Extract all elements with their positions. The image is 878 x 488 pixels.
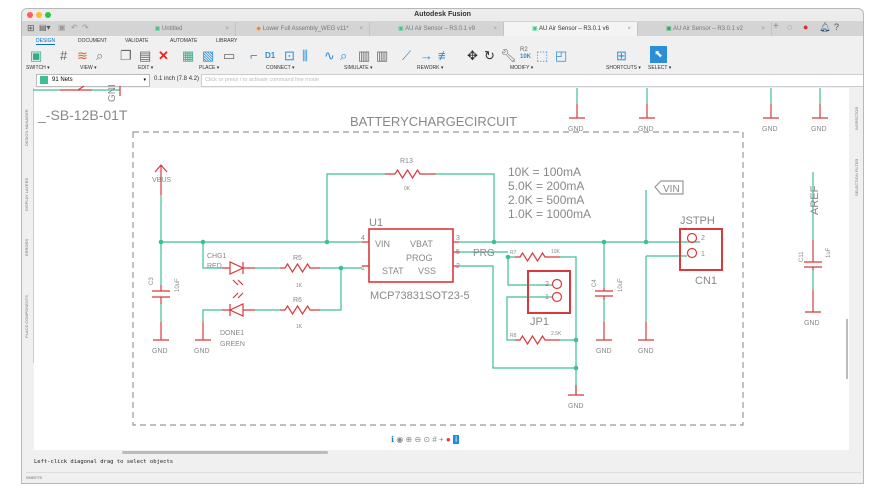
gnd-label: GND xyxy=(638,126,654,133)
c11-value: 1uF xyxy=(826,247,832,258)
prg-net-label: PRG xyxy=(473,248,495,259)
jp1-pin-number: 1 xyxy=(545,294,549,301)
prog-note: 5.0K = 200mA xyxy=(508,179,584,193)
u1-pin-number: 2 xyxy=(456,263,460,270)
r13-value: 0K xyxy=(404,186,411,192)
c3-name: C3 xyxy=(149,277,155,285)
gnd-label: GND xyxy=(762,126,778,133)
prog-note: 2.0K = 500mA xyxy=(508,193,584,207)
cn1-part: JSTPH xyxy=(680,215,715,227)
r7-name: R7 xyxy=(510,250,517,256)
prog-note: 1.0K = 1000mA xyxy=(508,207,591,221)
cn1-name: CN1 xyxy=(695,275,717,287)
u1-pin-vin: VIN xyxy=(375,239,390,249)
u1-pin-stat: STAT xyxy=(382,266,404,276)
u1-pin-number: 3 xyxy=(456,235,460,242)
c3-value: 10uF xyxy=(175,278,181,292)
gnd-label: GND xyxy=(568,403,584,410)
gnd-label: GND xyxy=(804,320,820,327)
prog-note: 10K = 100mA xyxy=(508,165,581,179)
u1-pin-prog: PROG xyxy=(406,253,433,263)
gnd-label: GNI xyxy=(107,84,118,102)
u1-pin-number: 1 xyxy=(361,265,365,272)
frame-title: BATTERYCHARGECIRCUIT xyxy=(350,114,517,129)
jp1-name: JP1 xyxy=(530,316,549,328)
u1-pin-vbat: VBAT xyxy=(410,239,433,249)
vbus-label: VBUS xyxy=(152,177,171,184)
u1-pin-number: 5 xyxy=(456,249,460,256)
part-label-sb12b: _-SB-12B-01T xyxy=(37,107,128,123)
u1-pin-number: 4 xyxy=(361,235,365,242)
c11-name: C11 xyxy=(799,251,805,262)
r8-value: 2.5K xyxy=(551,331,562,337)
r13-name: R13 xyxy=(400,158,413,165)
gnd-label: GND xyxy=(638,348,654,355)
gnd-label: GND xyxy=(568,126,584,133)
cn1-pin-number: 2 xyxy=(701,235,705,242)
r7-value: 10K xyxy=(551,249,561,255)
gnd-label: GND xyxy=(194,348,210,355)
aref-label: AREF xyxy=(809,185,821,215)
junction-dots xyxy=(158,239,649,371)
chg1-color: RED xyxy=(207,263,222,270)
gnd-label: GND xyxy=(152,348,168,355)
done1-name: DONE1 xyxy=(220,330,244,337)
r5-name: R5 xyxy=(293,255,302,262)
r6-name: R6 xyxy=(293,297,302,304)
u1-name: U1 xyxy=(369,217,383,229)
vin-label: VIN xyxy=(663,184,680,195)
cn1-pin-number: 1 xyxy=(701,251,705,258)
done1-color: GREEN xyxy=(220,341,245,348)
schematic-drawing: _-SB-12B-01T GNI BATTERYCHARGECIRCUIT GN… xyxy=(33,84,832,426)
u1-part: MCP73831SOT23-5 xyxy=(370,290,470,302)
r6-value: 1K xyxy=(296,324,303,330)
jp1-pin-number: 2 xyxy=(545,281,549,288)
u1-pin-vss: VSS xyxy=(418,266,436,276)
r5-value: 1K xyxy=(296,283,303,289)
c4-name: C4 xyxy=(592,279,598,287)
gnd-label: GND xyxy=(811,126,827,133)
frame-border xyxy=(132,131,744,426)
c4-value: 10uF xyxy=(618,278,624,292)
chg1-name: CHG1 xyxy=(207,253,227,260)
r8-name: R8 xyxy=(510,333,517,339)
gnd-label: GND xyxy=(596,348,612,355)
